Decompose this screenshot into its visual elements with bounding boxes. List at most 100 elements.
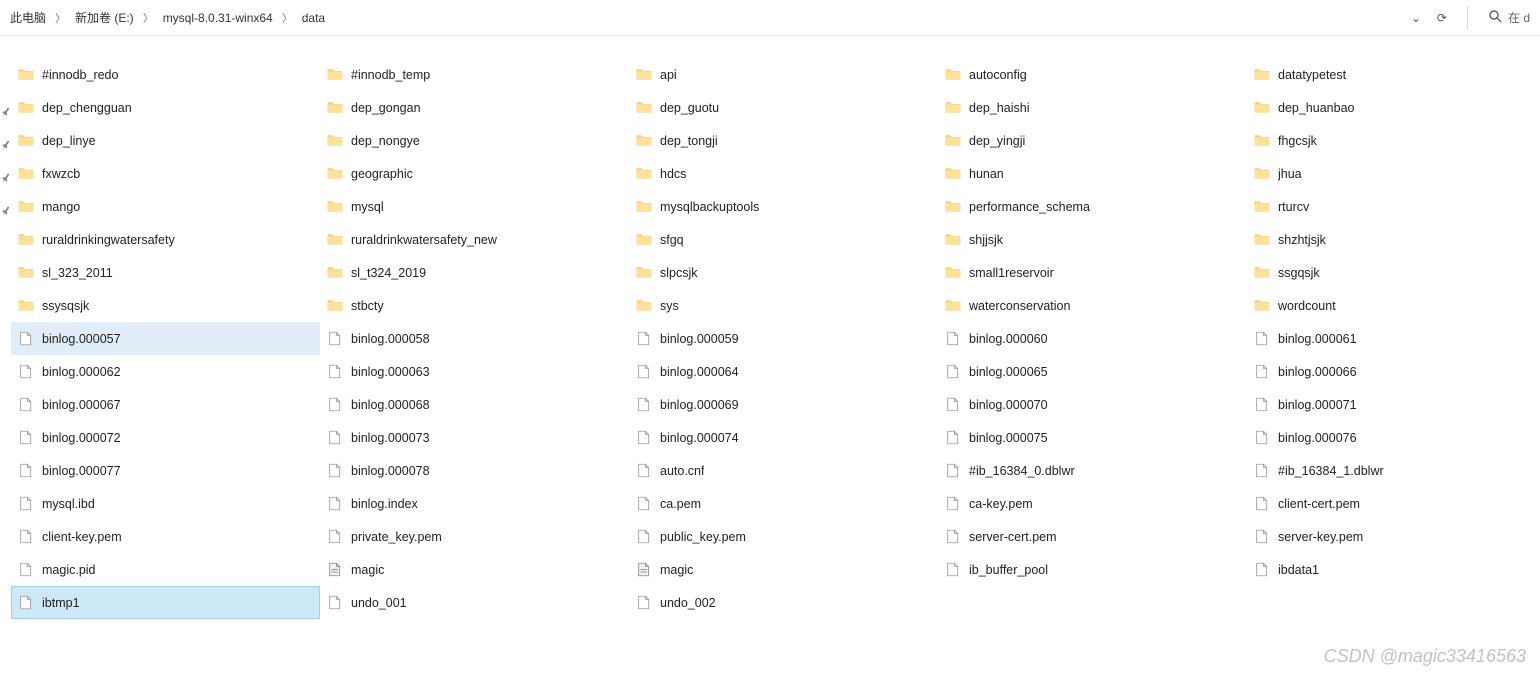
- pin-icon[interactable]: [0, 173, 11, 187]
- folder-item[interactable]: datatypetest: [1247, 58, 1540, 91]
- file-item[interactable]: server-cert.pem: [938, 520, 1247, 553]
- file-item[interactable]: binlog.000057: [11, 322, 320, 355]
- folder-item[interactable]: autoconfig: [938, 58, 1247, 91]
- file-item[interactable]: private_key.pem: [320, 520, 629, 553]
- file-item[interactable]: ibtmp1: [11, 586, 320, 619]
- folder-item[interactable]: mysqlbackuptools: [629, 190, 938, 223]
- folder-item[interactable]: fxwzcb: [11, 157, 320, 190]
- file-item[interactable]: binlog.000073: [320, 421, 629, 454]
- chevron-down-icon[interactable]: ⌄: [1411, 11, 1421, 25]
- pin-icon[interactable]: [0, 206, 11, 220]
- file-item[interactable]: binlog.000072: [11, 421, 320, 454]
- file-item[interactable]: binlog.000065: [938, 355, 1247, 388]
- file-item[interactable]: #ib_16384_0.dblwr: [938, 454, 1247, 487]
- file-item[interactable]: binlog.index: [320, 487, 629, 520]
- file-item[interactable]: server-key.pem: [1247, 520, 1540, 553]
- file-item[interactable]: binlog.000058: [320, 322, 629, 355]
- file-item[interactable]: binlog.000077: [11, 454, 320, 487]
- breadcrumb[interactable]: 此电脑 〉 新加卷 (E:) 〉 mysql-8.0.31-winx64 〉 d…: [10, 9, 1411, 26]
- folder-item[interactable]: #innodb_redo: [11, 58, 320, 91]
- folder-item[interactable]: fhgcsjk: [1247, 124, 1540, 157]
- breadcrumb-segment[interactable]: 此电脑: [10, 9, 46, 26]
- folder-item[interactable]: sfgq: [629, 223, 938, 256]
- folder-item[interactable]: sys: [629, 289, 938, 322]
- folder-item[interactable]: ssysqsjk: [11, 289, 320, 322]
- file-item[interactable]: client-cert.pem: [1247, 487, 1540, 520]
- breadcrumb-segment[interactable]: data: [302, 11, 325, 25]
- file-item[interactable]: ib_buffer_pool: [938, 553, 1247, 586]
- folder-item[interactable]: dep_chengguan: [11, 91, 320, 124]
- folder-item[interactable]: shzhtjsjk: [1247, 223, 1540, 256]
- folder-item[interactable]: dep_huanbao: [1247, 91, 1540, 124]
- folder-item[interactable]: ruraldrinkwatersafety_new: [320, 223, 629, 256]
- file-item[interactable]: binlog.000062: [11, 355, 320, 388]
- file-item[interactable]: binlog.000069: [629, 388, 938, 421]
- folder-item[interactable]: mango: [11, 190, 320, 223]
- folder-item[interactable]: dep_gongan: [320, 91, 629, 124]
- folder-item[interactable]: sl_t324_2019: [320, 256, 629, 289]
- file-item[interactable]: ca-key.pem: [938, 487, 1247, 520]
- file-icon: [635, 495, 653, 513]
- folder-item[interactable]: hdcs: [629, 157, 938, 190]
- folder-icon: [635, 264, 653, 282]
- refresh-icon[interactable]: ⟳: [1437, 11, 1447, 25]
- folder-item[interactable]: api: [629, 58, 938, 91]
- folder-item[interactable]: sl_323_2011: [11, 256, 320, 289]
- folder-item[interactable]: dep_haishi: [938, 91, 1247, 124]
- breadcrumb-segment[interactable]: mysql-8.0.31-winx64: [163, 11, 273, 25]
- folder-item[interactable]: performance_schema: [938, 190, 1247, 223]
- folder-item[interactable]: dep_linye: [11, 124, 320, 157]
- file-item[interactable]: ca.pem: [629, 487, 938, 520]
- file-item[interactable]: binlog.000063: [320, 355, 629, 388]
- folder-item[interactable]: waterconservation: [938, 289, 1247, 322]
- file-item[interactable]: client-key.pem: [11, 520, 320, 553]
- folder-item[interactable]: dep_tongji: [629, 124, 938, 157]
- breadcrumb-segment[interactable]: 新加卷 (E:): [75, 9, 134, 26]
- file-item[interactable]: binlog.000059: [629, 322, 938, 355]
- divider: [1467, 6, 1468, 30]
- pin-icon[interactable]: [0, 140, 11, 154]
- folder-item[interactable]: ssgqsjk: [1247, 256, 1540, 289]
- folder-icon: [17, 297, 35, 315]
- folder-item[interactable]: dep_guotu: [629, 91, 938, 124]
- pin-icon[interactable]: [0, 107, 11, 121]
- file-item[interactable]: binlog.000068: [320, 388, 629, 421]
- file-item[interactable]: auto.cnf: [629, 454, 938, 487]
- file-item[interactable]: ibdata1: [1247, 553, 1540, 586]
- file-item[interactable]: magic.pid: [11, 553, 320, 586]
- file-item[interactable]: binlog.000075: [938, 421, 1247, 454]
- folder-item[interactable]: shjjsjk: [938, 223, 1247, 256]
- file-item[interactable]: binlog.000076: [1247, 421, 1540, 454]
- file-item[interactable]: binlog.000064: [629, 355, 938, 388]
- file-item[interactable]: binlog.000074: [629, 421, 938, 454]
- file-item[interactable]: undo_002: [629, 586, 938, 619]
- file-item[interactable]: mysql.ibd: [11, 487, 320, 520]
- file-item[interactable]: public_key.pem: [629, 520, 938, 553]
- folder-item[interactable]: dep_yingji: [938, 124, 1247, 157]
- folder-item[interactable]: geographic: [320, 157, 629, 190]
- search-box[interactable]: 在 d: [1488, 9, 1530, 26]
- file-item[interactable]: binlog.000070: [938, 388, 1247, 421]
- file-item[interactable]: magic: [629, 553, 938, 586]
- folder-item[interactable]: #innodb_temp: [320, 58, 629, 91]
- folder-item[interactable]: wordcount: [1247, 289, 1540, 322]
- file-item[interactable]: binlog.000071: [1247, 388, 1540, 421]
- file-item[interactable]: binlog.000067: [11, 388, 320, 421]
- file-item[interactable]: binlog.000066: [1247, 355, 1540, 388]
- file-item[interactable]: binlog.000061: [1247, 322, 1540, 355]
- folder-item[interactable]: dep_nongye: [320, 124, 629, 157]
- file-item[interactable]: magic: [320, 553, 629, 586]
- folder-item[interactable]: slpcsjk: [629, 256, 938, 289]
- folder-item[interactable]: stbcty: [320, 289, 629, 322]
- folder-item[interactable]: ruraldrinkingwatersafety: [11, 223, 320, 256]
- file-item[interactable]: #ib_16384_1.dblwr: [1247, 454, 1540, 487]
- file-item[interactable]: undo_001: [320, 586, 629, 619]
- folder-item[interactable]: jhua: [1247, 157, 1540, 190]
- file-item[interactable]: binlog.000078: [320, 454, 629, 487]
- folder-item[interactable]: rturcv: [1247, 190, 1540, 223]
- folder-item[interactable]: mysql: [320, 190, 629, 223]
- folder-item[interactable]: hunan: [938, 157, 1247, 190]
- folder-icon: [326, 165, 344, 183]
- folder-item[interactable]: small1reservoir: [938, 256, 1247, 289]
- file-item[interactable]: binlog.000060: [938, 322, 1247, 355]
